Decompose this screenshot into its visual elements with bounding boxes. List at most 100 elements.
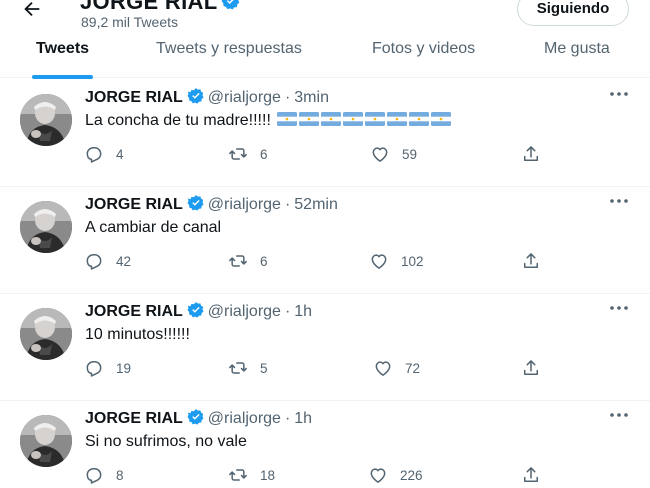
separator-dot: · xyxy=(284,196,291,213)
more-options-icon[interactable] xyxy=(608,193,630,209)
reply-count: 19 xyxy=(116,360,132,376)
tweet[interactable]: JORGE RIAL @rialjorge · 52min A cambiar de … xyxy=(0,187,650,294)
like-button[interactable]: 59 xyxy=(370,142,417,166)
tweet-text: A cambiar de canal xyxy=(85,219,221,237)
argentina-flag-icon xyxy=(431,112,452,126)
heart-icon xyxy=(375,361,391,376)
author-name[interactable]: JORGE RIAL xyxy=(85,89,183,106)
avatar-photo xyxy=(20,94,72,146)
more-options-icon[interactable] xyxy=(608,86,630,102)
retweet-button[interactable]: 18 xyxy=(228,463,275,487)
tweet-actions: 8 18 226 xyxy=(0,463,650,487)
heart-icon xyxy=(372,147,388,162)
author-handle[interactable]: @rialjorge xyxy=(208,196,281,213)
reply-button[interactable]: 42 xyxy=(84,249,131,273)
retweet-button[interactable]: 6 xyxy=(228,142,268,166)
tweet-actions: 19 5 72 xyxy=(0,356,650,380)
tab-tweets[interactable]: Tweets xyxy=(36,40,89,58)
share-button[interactable] xyxy=(521,249,541,273)
more-options-icon[interactable] xyxy=(608,300,630,316)
retweet-button[interactable]: 5 xyxy=(228,356,268,380)
avatar[interactable] xyxy=(20,415,72,467)
tweet-text: La concha de tu madre!!!!! xyxy=(85,112,452,130)
tab-tweets-y-respuestas[interactable]: Tweets y respuestas xyxy=(156,40,302,58)
tweet-text-content: A cambiar de canal xyxy=(85,219,222,236)
author-name[interactable]: JORGE RIAL xyxy=(85,196,183,213)
retweet-icon xyxy=(229,469,247,481)
retweet-icon xyxy=(229,255,247,267)
tweet[interactable]: JORGE RIAL @rialjorge · 1h 10 minutos!!!!!!… xyxy=(0,294,650,401)
argentina-flag-icon xyxy=(277,112,298,126)
share-icon xyxy=(524,253,538,268)
heart-icon xyxy=(370,468,386,483)
verified-badge-icon xyxy=(187,302,204,318)
tweet-actions: 4 6 59 xyxy=(0,142,650,166)
tweet-text-content: La concha de tu madre!!!!! xyxy=(85,112,271,129)
tweet-timestamp[interactable]: 52min xyxy=(294,196,338,213)
retweet-button[interactable]: 6 xyxy=(228,249,268,273)
argentina-flag-icon xyxy=(365,112,386,126)
share-icon xyxy=(524,360,538,375)
like-button[interactable]: 72 xyxy=(373,356,420,380)
share-icon xyxy=(524,146,538,161)
tweet-text: Si no sufrimos, no vale xyxy=(85,433,247,451)
argentina-flag-icon xyxy=(409,112,430,126)
share-button[interactable] xyxy=(521,142,541,166)
avatar[interactable] xyxy=(20,308,72,360)
reply-button[interactable]: 19 xyxy=(84,356,131,380)
reply-button[interactable]: 4 xyxy=(84,142,124,166)
avatar[interactable] xyxy=(20,201,72,253)
tweet-header: JORGE RIAL @rialjorge · 1h xyxy=(85,408,312,428)
like-count: 226 xyxy=(400,467,423,483)
reply-icon xyxy=(86,254,102,270)
tab-fotos-y-videos[interactable]: Fotos y videos xyxy=(372,40,475,58)
tweet-text-content: 10 minutos!!!!!! xyxy=(85,326,190,343)
verified-badge-icon xyxy=(222,0,240,10)
tweet[interactable]: JORGE RIAL @rialjorge · 1h Si no sufrimos, … xyxy=(0,401,650,488)
like-count: 59 xyxy=(402,146,418,162)
back-arrow-icon[interactable] xyxy=(20,0,44,20)
author-handle[interactable]: @rialjorge xyxy=(208,303,281,320)
retweet-count: 5 xyxy=(260,360,268,376)
tweet-timestamp[interactable]: 3min xyxy=(294,89,329,106)
profile-name-heading: JORGE RIAL xyxy=(80,0,241,15)
share-icon xyxy=(524,467,538,482)
verified-badge-icon xyxy=(187,195,204,211)
verified-badge-icon xyxy=(187,409,204,425)
reply-count: 4 xyxy=(116,146,124,162)
tweet[interactable]: JORGE RIAL @rialjorge · 3min La concha de t… xyxy=(0,80,650,187)
retweet-count: 18 xyxy=(260,467,276,483)
argentina-flag-icon xyxy=(343,112,364,126)
reply-icon xyxy=(86,361,102,377)
retweet-icon xyxy=(229,362,247,374)
separator-dot: · xyxy=(284,89,291,106)
like-button[interactable]: 226 xyxy=(368,463,423,487)
author-name[interactable]: JORGE RIAL xyxy=(85,410,183,427)
like-count: 72 xyxy=(405,360,421,376)
tweet-count: 89,2 mil Tweets xyxy=(81,14,179,30)
tab-me-gusta[interactable]: Me gusta xyxy=(544,40,610,58)
separator-dot: · xyxy=(284,303,291,320)
retweet-count: 6 xyxy=(260,146,268,162)
avatar[interactable] xyxy=(20,94,72,146)
reply-count: 8 xyxy=(116,467,124,483)
author-name[interactable]: JORGE RIAL xyxy=(85,303,183,320)
share-button[interactable] xyxy=(521,356,541,380)
tweet-timestamp[interactable]: 1h xyxy=(294,410,312,427)
reply-icon xyxy=(86,147,102,163)
profile-tabs: Tweets Tweets y respuestas Fotos y video… xyxy=(0,32,650,79)
tweet-text: 10 minutos!!!!!! xyxy=(85,326,190,344)
tweet-timestamp[interactable]: 1h xyxy=(294,303,312,320)
profile-name: JORGE RIAL xyxy=(80,0,218,14)
separator-dot: · xyxy=(284,410,291,427)
following-button[interactable]: Siguiendo xyxy=(517,0,629,26)
share-button[interactable] xyxy=(521,463,541,487)
reply-count: 42 xyxy=(116,253,132,269)
author-handle[interactable]: @rialjorge xyxy=(208,410,281,427)
tweet-actions: 42 6 102 xyxy=(0,249,650,273)
author-handle[interactable]: @rialjorge xyxy=(208,89,281,106)
like-button[interactable]: 102 xyxy=(369,249,424,273)
profile-header: JORGE RIAL 89,2 mil Tweets Siguiendo xyxy=(0,0,650,32)
reply-button[interactable]: 8 xyxy=(84,463,124,487)
more-options-icon[interactable] xyxy=(608,407,630,423)
